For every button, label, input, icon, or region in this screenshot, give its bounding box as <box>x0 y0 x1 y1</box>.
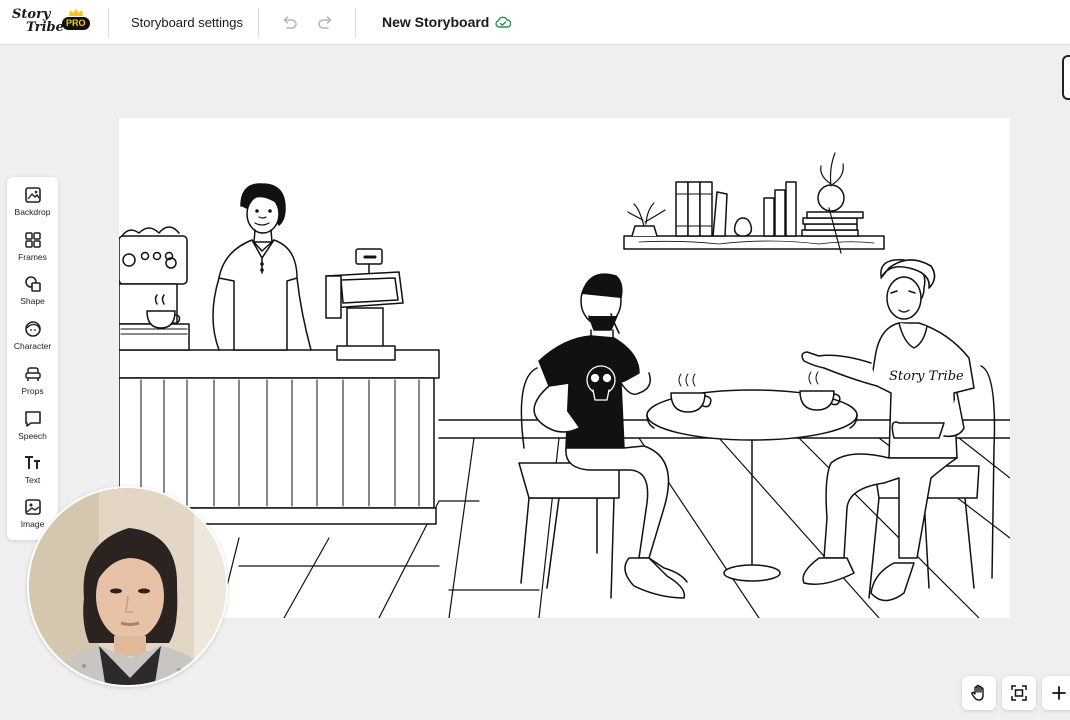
props-icon <box>24 367 41 381</box>
tool-speech[interactable]: Speech <box>7 410 58 450</box>
tool-label: Shape <box>20 296 45 306</box>
tool-character[interactable]: Character <box>7 320 58 360</box>
undo-icon[interactable] <box>280 14 298 32</box>
cafe-scene-illustration: Story Tribe <box>119 152 1010 618</box>
wall-shelf <box>623 152 885 254</box>
storyboard-settings-button[interactable]: Storyboard settings <box>131 15 243 30</box>
tool-props[interactable]: Props <box>7 365 58 405</box>
crown-icon <box>69 8 83 16</box>
divider <box>258 8 259 38</box>
tool-label: Text <box>24 475 41 485</box>
text-icon <box>24 456 40 469</box>
image-icon <box>24 499 41 515</box>
fit-screen-icon <box>1011 685 1027 701</box>
hoodie-text: Story Tribe <box>889 369 964 384</box>
tool-text[interactable]: Text <box>7 454 58 494</box>
tool-label: Backdrop <box>14 207 51 217</box>
divider <box>355 8 356 38</box>
hand-pan-icon <box>971 684 984 701</box>
pan-tool-button[interactable] <box>962 676 996 710</box>
document-title[interactable]: New Storyboard <box>382 14 489 30</box>
redo-icon[interactable] <box>317 14 335 32</box>
cash-register <box>325 248 404 361</box>
tool-frames[interactable]: Frames <box>7 231 58 271</box>
tool-shape[interactable]: Shape <box>7 275 58 315</box>
speech-icon <box>24 411 41 427</box>
character-icon <box>24 321 41 337</box>
storytribe-logo[interactable]: Story Tribe PRO <box>12 8 92 38</box>
frames-icon <box>24 232 41 248</box>
backdrop-icon <box>24 187 41 203</box>
right-panel-toggle[interactable] <box>1062 55 1070 100</box>
logo-line2: Tribe <box>26 20 64 35</box>
tool-label: Props <box>21 386 44 396</box>
tool-backdrop[interactable]: Backdrop <box>7 186 58 226</box>
barista-character <box>212 183 312 351</box>
storyboard-canvas[interactable]: Story Tribe <box>119 118 1010 618</box>
zoom-in-icon <box>1052 686 1066 700</box>
presenter-face-image <box>29 488 226 685</box>
divider <box>108 8 109 38</box>
top-bar: Story Tribe PRO Storyboard settings New … <box>0 0 1070 45</box>
fit-to-screen-button[interactable] <box>1002 676 1036 710</box>
man-black-tshirt-character <box>533 273 688 599</box>
zoom-in-button[interactable] <box>1042 676 1070 710</box>
tool-label: Speech <box>18 431 47 441</box>
shape-icon <box>24 276 41 292</box>
tool-label: Frames <box>18 252 47 262</box>
left-toolbar: Backdrop Frames Shape Character Props Sp… <box>7 177 58 540</box>
pro-badge: PRO <box>62 17 90 30</box>
webcam-presenter-video[interactable] <box>27 486 228 687</box>
espresso-machine <box>119 226 190 351</box>
cloud-saved-icon <box>495 16 511 28</box>
tool-label: Character <box>13 341 52 351</box>
